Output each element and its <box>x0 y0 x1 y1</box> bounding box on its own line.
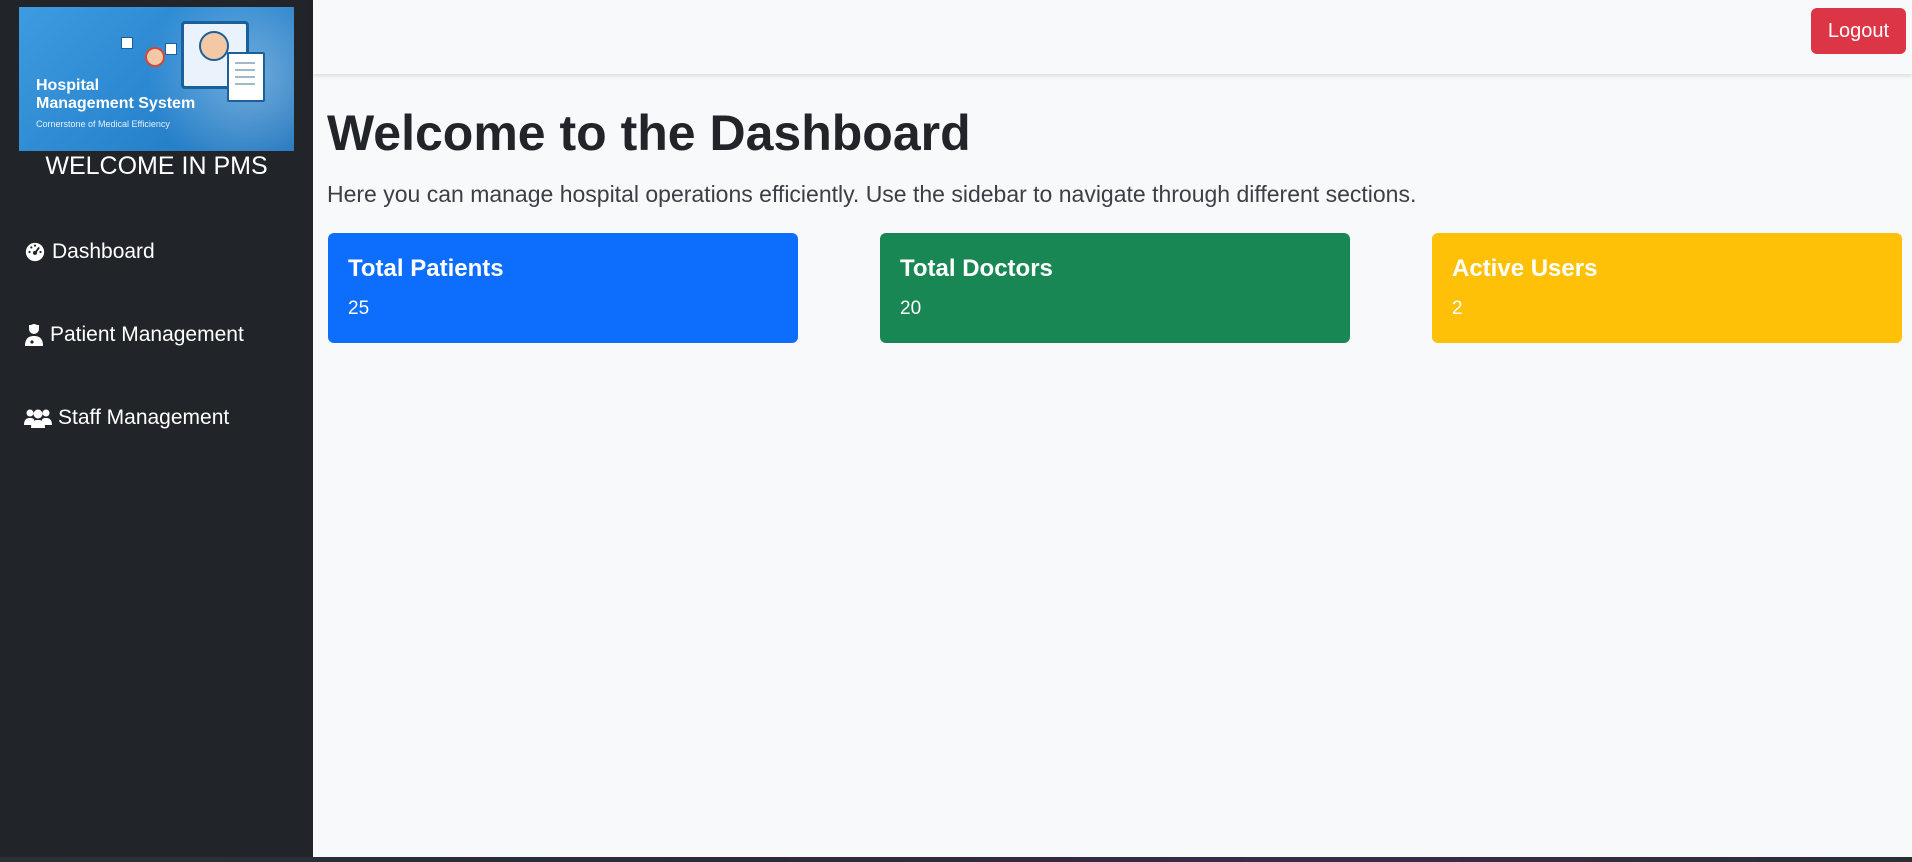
user-doctor-icon <box>25 324 43 346</box>
users-icon <box>24 409 52 428</box>
sidebar-item-label: Dashboard <box>52 240 155 263</box>
card-total-patients: Total Patients 25 <box>328 233 798 343</box>
card-title: Total Patients <box>348 255 504 282</box>
logo-tagline: Cornerstone of Medical Efficiency <box>36 119 170 129</box>
welcome-text: WELCOME IN PMS <box>45 152 268 180</box>
page-title: Welcome to the Dashboard <box>327 105 971 161</box>
card-title: Active Users <box>1452 255 1598 282</box>
sidebar-item-label: Staff Management <box>58 406 230 429</box>
top-navbar: Logout <box>313 0 1912 74</box>
document-illustration <box>227 52 265 102</box>
page-subtitle: Here you can manage hospital operations … <box>327 181 1417 207</box>
card-total-doctors: Total Doctors 20 <box>880 233 1350 343</box>
gauge-icon <box>25 242 45 262</box>
taskbar-edge <box>0 857 1912 862</box>
card-title: Total Doctors <box>900 255 1053 282</box>
sidebar: Hospital Management System Cornerstone o… <box>0 0 313 857</box>
sidebar-item-dashboard[interactable]: Dashboard <box>24 235 155 269</box>
card-active-users: Active Users 2 <box>1432 233 1902 343</box>
sidebar-item-patient-management[interactable]: Patient Management <box>24 318 244 352</box>
doctor-illustration <box>199 31 229 61</box>
card-value: 25 <box>348 298 370 319</box>
nurse-illustration <box>145 47 165 67</box>
card-value: 20 <box>900 298 922 319</box>
logout-button[interactable]: Logout <box>1811 8 1906 54</box>
sidebar-item-label: Patient Management <box>50 323 244 346</box>
sidebar-item-staff-management[interactable]: Staff Management <box>24 401 229 435</box>
card-value: 2 <box>1452 298 1463 319</box>
logo-title: Hospital Management System <box>36 77 196 112</box>
hospital-logo: Hospital Management System Cornerstone o… <box>19 7 294 151</box>
